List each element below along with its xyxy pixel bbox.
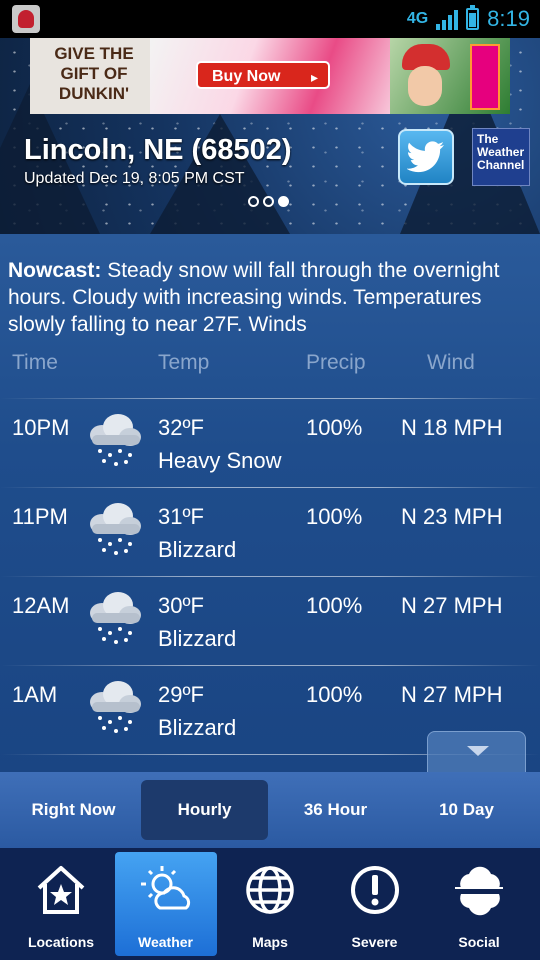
hour-time: 11PM: [12, 504, 68, 529]
nav-weather[interactable]: Weather: [114, 852, 217, 956]
hourly-row[interactable]: 12AM 30ºF Blizzard 100% N 27 MPH: [0, 577, 540, 666]
hour-condition: Heavy Snow: [158, 448, 282, 473]
nav-maps[interactable]: Maps: [219, 852, 321, 956]
scroll-down-button[interactable]: [427, 731, 526, 772]
nowcast-label: Nowcast:: [8, 259, 102, 282]
page-dot: [263, 196, 274, 207]
globe-icon: [246, 866, 294, 914]
ad-headline: GIVE THE GIFT OF DUNKIN': [54, 44, 134, 103]
hour-wind: N 27 MPH: [401, 682, 503, 707]
page-dot-active: [278, 196, 289, 207]
status-icons: 4G 8:19: [407, 0, 530, 38]
hour-temp: 31ºF: [158, 504, 204, 529]
hour-temp: 29ºF: [158, 682, 204, 707]
social-cloud-icon: [455, 866, 503, 916]
nav-locations[interactable]: Locations: [10, 852, 112, 956]
status-time: 8:19: [487, 6, 530, 31]
heavy-snow-icon: [90, 414, 141, 466]
nav-label: Social: [458, 934, 500, 950]
column-header-wind: Wind: [427, 351, 475, 374]
blizzard-icon: [90, 503, 141, 555]
alert-icon: [350, 866, 399, 914]
hour-precip: 100%: [306, 593, 363, 618]
blizzard-icon: [90, 681, 141, 733]
location-header: GIVE THE GIFT OF DUNKIN' Buy Now Lincoln…: [0, 38, 540, 234]
hour-temp: 32ºF: [158, 415, 204, 440]
twc-logo-text: Channel: [477, 158, 525, 172]
hour-wind: N 27 MPH: [401, 593, 503, 618]
twitter-button[interactable]: [398, 129, 454, 185]
nav-label: Severe: [351, 934, 398, 950]
hourly-row[interactable]: 10PM 32ºF Heavy Snow 100% N 18 MPH: [0, 399, 540, 488]
tab-hourly[interactable]: Hourly: [141, 780, 268, 840]
column-header-precip: Precip: [306, 351, 366, 374]
location-title[interactable]: Lincoln, NE (68502): [24, 134, 292, 167]
child-image: [408, 66, 442, 106]
signal-icon: [436, 8, 459, 30]
blizzard-icon: [90, 592, 141, 644]
twitter-bird-icon: [407, 141, 444, 173]
network-type: 4G: [406, 10, 429, 27]
ad-buy-now-button[interactable]: Buy Now: [196, 61, 330, 91]
ad-banner[interactable]: GIVE THE GIFT OF DUNKIN' Buy Now: [30, 38, 510, 114]
hour-wind: N 23 MPH: [401, 504, 503, 529]
battery-icon: [466, 5, 480, 30]
bottom-navigation: Locations Weather Maps Severe Social: [0, 848, 540, 960]
hourly-forecast-panel[interactable]: Nowcast: Steady snow will fall through t…: [0, 234, 540, 772]
nav-social[interactable]: Social: [428, 852, 530, 956]
nav-severe[interactable]: Severe: [324, 852, 426, 956]
sun-cloud-icon: [140, 866, 190, 910]
page-indicator: [248, 196, 289, 207]
nav-label: Weather: [138, 934, 193, 950]
status-bar: 4G 8:19: [0, 0, 540, 38]
hour-temp: 30ºF: [158, 593, 204, 618]
hour-time: 12AM: [12, 593, 70, 618]
hour-precip: 100%: [306, 415, 363, 440]
nav-label: Locations: [27, 934, 95, 950]
tab-36-hour[interactable]: 36 Hour: [272, 780, 399, 840]
nav-label: Maps: [252, 934, 288, 950]
column-header-temp: Temp: [158, 351, 210, 374]
hour-condition: Blizzard: [158, 715, 237, 740]
weather-channel-logo[interactable]: The Weather Channel: [472, 128, 530, 186]
forecast-tabs: Right Now Hourly 36 Hour 10 Day: [0, 772, 540, 848]
hour-wind: N 18 MPH: [401, 415, 503, 440]
hour-condition: Blizzard: [158, 626, 237, 651]
hour-condition: Blizzard: [158, 537, 237, 562]
hour-time: 1AM: [12, 682, 58, 707]
page-dot: [248, 196, 259, 207]
hour-time: 10PM: [12, 415, 70, 440]
hour-precip: 100%: [306, 682, 363, 707]
nowcast-text: Nowcast: Steady snow will fall through t…: [8, 257, 528, 338]
tab-right-now[interactable]: Right Now: [10, 780, 137, 840]
house-star-icon: [37, 866, 85, 914]
notification-app-icon: [12, 5, 40, 33]
hourly-row[interactable]: 11PM 31ºF Blizzard 100% N 23 MPH: [0, 488, 540, 577]
column-header-time: Time: [12, 351, 58, 374]
donut-box-image: [470, 44, 500, 110]
updated-timestamp: Updated Dec 19, 8:05 PM CST: [24, 170, 245, 187]
tab-10-day[interactable]: 10 Day: [403, 780, 530, 840]
hour-precip: 100%: [306, 504, 363, 529]
